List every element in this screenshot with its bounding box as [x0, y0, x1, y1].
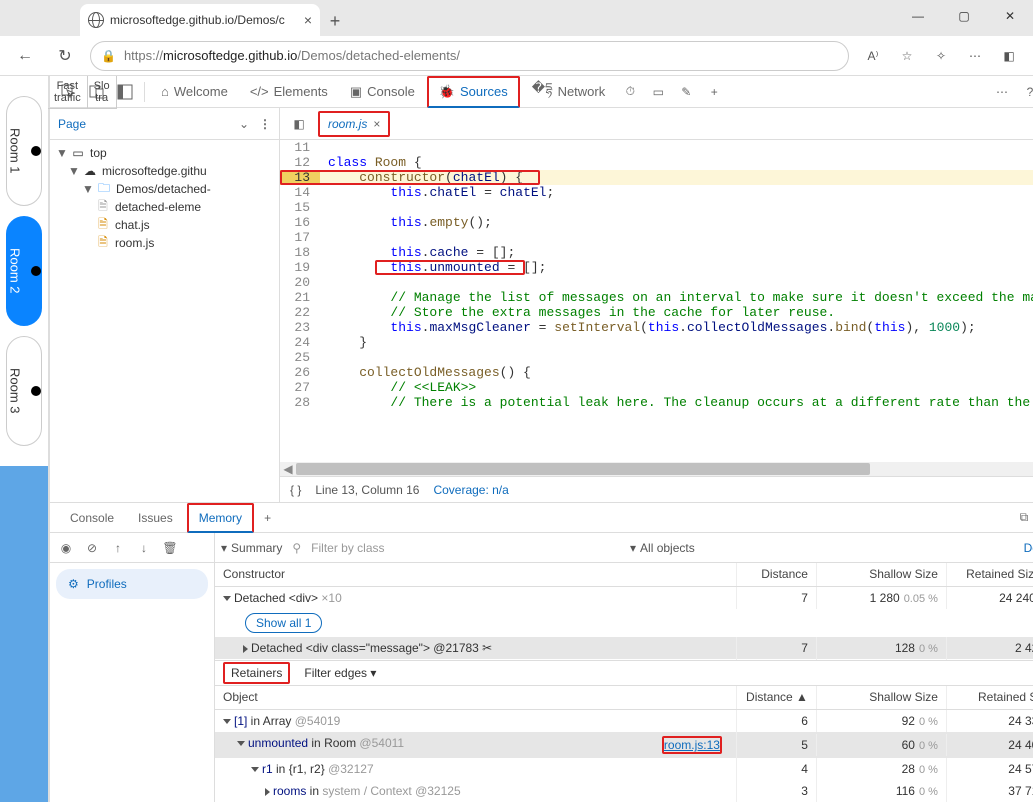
drawer-dock-icon[interactable]: ⧉: [1011, 505, 1033, 531]
chevron-down-icon[interactable]: ⌄: [239, 117, 249, 131]
record-icon[interactable]: ◉: [54, 536, 78, 560]
code-icon: </>: [250, 84, 269, 99]
read-aloud-icon[interactable]: A⁾: [859, 42, 887, 70]
room-2-button[interactable]: Room 2: [6, 216, 42, 326]
extensions-icon[interactable]: ✧: [927, 42, 955, 70]
retainer-row[interactable]: r1 in {r1, r2} @321274280 %24 5761 %: [215, 758, 1033, 780]
save-icon[interactable]: ↓: [132, 536, 156, 560]
clear-icon[interactable]: ⊘: [80, 536, 104, 560]
devtools-panel: ⌂Welcome </>Elements ▣Console 🐞Sources �…: [49, 76, 1033, 802]
kebab-icon[interactable]: ⋮: [259, 117, 271, 131]
retainer-row[interactable]: unmounted in Room @54011 room.js:135600 …: [215, 732, 1033, 758]
devtools-drawer: Console Issues Memory + ⧉ ▭ ◉ ⊘ ↑ ↓ 🗑: [50, 502, 1033, 802]
devtools-toolbar: ⌂Welcome </>Elements ▣Console 🐞Sources �…: [50, 76, 1033, 108]
tab-welcome[interactable]: ⌂Welcome: [151, 76, 238, 108]
drawer-tab-memory[interactable]: Memory: [187, 503, 254, 533]
page-tab[interactable]: Page: [58, 117, 86, 131]
sliders-icon: ⚙: [68, 577, 79, 591]
file-tab-room-js[interactable]: room.js×: [318, 111, 390, 137]
address-bar: ← ↻ 🔒 https://microsoftedge.github.io/De…: [0, 36, 1033, 76]
bug-icon: 🐞: [439, 84, 455, 100]
coverage-link[interactable]: Coverage: n/a: [433, 483, 508, 497]
gc-icon[interactable]: 🗑: [158, 536, 182, 560]
all-objects-dropdown[interactable]: ▾All objects: [630, 541, 695, 555]
tab-network[interactable]: �དྷNetwork: [522, 76, 616, 108]
profiles-item[interactable]: ⚙ Profiles: [56, 569, 208, 599]
more-tools-icon[interactable]: ✎: [673, 79, 699, 105]
horizontal-scrollbar[interactable]: ◀▶: [280, 462, 1033, 476]
close-window-button[interactable]: ✕: [987, 0, 1033, 32]
add-tab-icon[interactable]: +: [701, 79, 727, 105]
code-editor: ◧ room.js× ◨ 1112class Room {13 construc…: [280, 108, 1033, 502]
show-all-button[interactable]: Show all 1: [245, 613, 322, 633]
slow-traffic-tab[interactable]: Slo tra: [88, 76, 117, 109]
more-icon[interactable]: ⋯: [989, 79, 1015, 105]
table-row[interactable]: Detached <div class="message"> @21783 ✂ …: [215, 637, 1033, 659]
refresh-button[interactable]: ↻: [50, 41, 80, 71]
sidebar-icon[interactable]: ◧: [995, 42, 1023, 70]
close-file-icon[interactable]: ×: [373, 117, 380, 131]
minimize-button[interactable]: —: [895, 0, 941, 32]
load-icon[interactable]: ↑: [106, 536, 130, 560]
help-icon[interactable]: ?: [1017, 79, 1033, 105]
toggle-nav-icon[interactable]: ◧: [286, 111, 312, 137]
maximize-button[interactable]: ▢: [941, 0, 987, 32]
filter-icon: ⚲: [292, 541, 301, 555]
window-controls: — ▢ ✕: [895, 0, 1033, 32]
default-dropdown[interactable]: Default ▾: [1024, 541, 1033, 555]
source-link[interactable]: room.js:13: [662, 736, 722, 754]
retainers-table-header: Object Distance ▲ Shallow Size Retained …: [215, 686, 1033, 710]
console-icon: ▣: [350, 84, 362, 100]
retainer-row[interactable]: [1] in Array @540196920 %24 3321 %: [215, 710, 1033, 732]
page-content-strip: Fast traffic Slo tra: [48, 76, 49, 802]
performance-icon[interactable]: ⏱: [617, 79, 643, 105]
table-row[interactable]: Detached <div> ×10 7 1 2800.05 % 24 2400…: [215, 587, 1033, 609]
memory-filter-bar: ▾Summary ⚲ Filter by class ▾All objects …: [215, 533, 1033, 563]
summary-dropdown[interactable]: ▾Summary: [221, 541, 282, 555]
close-tab-icon[interactable]: ×: [304, 12, 312, 28]
new-tab-button[interactable]: +: [320, 6, 350, 36]
drawer-add-tab[interactable]: +: [258, 511, 277, 525]
sources-navigator: Page ⌄ ⋮ ▼▭top ▼☁microsoftedge.githu ▼🗀D…: [50, 108, 280, 502]
drawer-tab-console[interactable]: Console: [60, 503, 124, 533]
memory-sidebar: ◉ ⊘ ↑ ↓ 🗑 ⚙ Profiles: [50, 533, 215, 802]
drawer-tab-issues[interactable]: Issues: [128, 503, 183, 533]
retainers-tab[interactable]: Retainers: [223, 662, 290, 684]
fast-traffic-tab[interactable]: Fast traffic: [48, 76, 88, 109]
browser-tab[interactable]: microsoftedge.github.io/Demos/c ×: [80, 4, 320, 36]
filter-edges-dropdown[interactable]: Filter edges ▾: [304, 666, 376, 680]
application-icon[interactable]: ▭: [645, 79, 671, 105]
code-content[interactable]: 1112class Room {13 constructor(chatEl) {…: [280, 140, 1033, 462]
browser-titlebar: microsoftedge.github.io/Demos/c × + — ▢ …: [0, 0, 1033, 36]
filter-input[interactable]: Filter by class: [311, 541, 620, 555]
code-status-bar: { } Line 13, Column 16 Coverage: n/a: [280, 476, 1033, 502]
retainer-row[interactable]: rooms in system / Context @3212531160 %3…: [215, 780, 1033, 802]
tab-elements[interactable]: </>Elements: [240, 76, 338, 108]
lock-icon: 🔒: [101, 49, 116, 63]
tab-sources[interactable]: 🐞Sources: [427, 76, 520, 108]
room-3-button[interactable]: Room 3: [6, 336, 42, 446]
home-icon: ⌂: [161, 84, 169, 99]
back-button[interactable]: ←: [10, 41, 40, 71]
constructor-table-header: Constructor Distance Shallow Size Retain…: [215, 563, 1033, 587]
menu-icon[interactable]: ⋯: [961, 42, 989, 70]
rooms-sidebar: Room 1 Room 2 Room 3: [0, 76, 48, 802]
tab-console[interactable]: ▣Console: [340, 76, 425, 108]
globe-icon: [88, 12, 104, 28]
tab-title: microsoftedge.github.io/Demos/c: [110, 13, 285, 27]
favorite-icon[interactable]: ☆: [893, 42, 921, 70]
room-1-button[interactable]: Room 1: [6, 96, 42, 206]
wifi-icon: �དྷ: [532, 73, 553, 110]
file-tree[interactable]: ▼▭top ▼☁microsoftedge.githu ▼🗀Demos/deta…: [50, 140, 279, 502]
cursor-position: Line 13, Column 16: [315, 483, 419, 497]
url-input[interactable]: 🔒 https://microsoftedge.github.io/Demos/…: [90, 41, 849, 71]
